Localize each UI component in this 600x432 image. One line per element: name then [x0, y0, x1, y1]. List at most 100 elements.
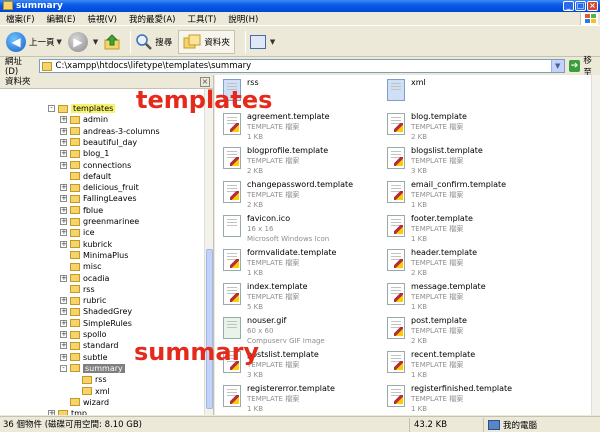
tree-item[interactable]: + ShadedGrey [60, 306, 132, 317]
minimize-button[interactable]: _ [563, 1, 574, 11]
tree-item[interactable]: + ice [60, 227, 95, 238]
tree-item[interactable]: + tmp [48, 408, 87, 415]
expand-icon[interactable]: + [60, 353, 67, 361]
expand-icon[interactable]: + [60, 331, 67, 338]
expand-icon[interactable]: + [60, 297, 67, 305]
tree-item[interactable]: + spollo [60, 329, 106, 340]
image-file-icon [223, 317, 241, 339]
tree-item[interactable]: + ocadia [60, 273, 109, 284]
tree-item[interactable]: + kubrick [60, 239, 112, 250]
file-item[interactable]: index.template TEMPLATE 檔案 5 KB [217, 281, 377, 313]
expand-icon[interactable]: + [60, 161, 67, 169]
vertical-scrollbar[interactable] [591, 75, 600, 415]
maximize-button[interactable]: □ [575, 1, 586, 11]
expand-icon[interactable]: + [60, 127, 67, 135]
up-folder-icon [104, 33, 120, 50]
menu-edit[interactable]: 編輯(E) [47, 13, 76, 25]
tree-item[interactable]: rss [60, 284, 95, 295]
expand-icon[interactable]: + [60, 342, 67, 350]
menu-favorites[interactable]: 我的最愛(A) [129, 13, 175, 25]
file-item[interactable]: email_confirm.template TEMPLATE 檔案 1 KB [381, 179, 541, 211]
tree-item[interactable]: + greenmarinee [60, 216, 139, 227]
file-item[interactable]: blog.template TEMPLATE 檔案 2 KB [381, 111, 541, 143]
tree-item[interactable]: rss [72, 374, 107, 385]
file-item[interactable]: agreement.template TEMPLATE 檔案 1 KB [217, 111, 377, 143]
file-item[interactable]: registerfinished.template TEMPLATE 檔案 1 KB [381, 383, 541, 415]
file-item[interactable]: message.template TEMPLATE 檔案 1 KB [381, 281, 541, 313]
tree-item[interactable]: - templates [48, 103, 116, 114]
tree-item[interactable]: + connections [60, 160, 131, 171]
expand-icon[interactable]: + [60, 229, 67, 237]
tree-item[interactable]: + rubric [60, 295, 106, 306]
tree-item[interactable]: default [60, 171, 111, 182]
tree-item[interactable]: + blog_1 [60, 148, 109, 159]
file-item[interactable]: xml [381, 77, 541, 109]
file-item[interactable]: formvalidate.template TEMPLATE 檔案 1 KB [217, 247, 377, 279]
expand-icon[interactable]: + [60, 116, 67, 124]
expand-icon[interactable]: + [60, 319, 67, 327]
search-button[interactable]: 搜尋 [135, 30, 172, 54]
tree-item[interactable]: + beautiful_day [60, 137, 137, 148]
menu-view[interactable]: 檢視(V) [88, 13, 117, 25]
tree-item[interactable]: + fblue [60, 205, 103, 216]
expand-icon[interactable]: + [60, 184, 67, 192]
file-item[interactable]: recent.template TEMPLATE 檔案 1 KB [381, 349, 541, 381]
tree-item[interactable]: + admin [60, 114, 108, 125]
folder-icon [70, 138, 80, 147]
views-button[interactable]: ▼ [249, 30, 275, 54]
expand-icon[interactable]: + [60, 240, 67, 248]
tree-item-label: wizard [83, 397, 110, 407]
menu-tools[interactable]: 工具(T) [187, 13, 216, 25]
expand-icon[interactable]: + [60, 195, 67, 203]
file-item[interactable]: favicon.ico 16 x 16 Microsoft Windows Icon [217, 213, 377, 245]
folders-button[interactable]: 資料夾 [178, 29, 235, 54]
forward-button[interactable]: ▶ ▼ [67, 30, 98, 54]
collapse-icon[interactable]: - [48, 105, 55, 112]
expand-icon[interactable]: + [60, 274, 67, 282]
file-item[interactable]: blogslist.template TEMPLATE 檔案 3 KB [381, 145, 541, 177]
file-item[interactable]: blogprofile.template TEMPLATE 檔案 2 KB [217, 145, 377, 177]
expand-icon[interactable]: + [60, 218, 67, 225]
address-input[interactable]: C:\xampp\htdocs\lifetype\templates\summa… [38, 59, 565, 73]
close-button[interactable]: × [587, 1, 598, 11]
chevron-down-icon[interactable]: ▼ [93, 38, 98, 46]
tree-item[interactable]: + standard [60, 340, 118, 351]
file-item[interactable]: registererror.template TEMPLATE 檔案 1 KB [217, 383, 377, 415]
tree-item[interactable]: MinimaPlus [60, 250, 128, 261]
chevron-down-icon[interactable]: ▼ [550, 60, 564, 72]
title-bar[interactable]: summary _ □ × [0, 0, 600, 12]
file-item[interactable]: post.template TEMPLATE 檔案 2 KB [381, 315, 541, 347]
folder-icon [70, 341, 80, 350]
expand-icon[interactable]: + [60, 150, 67, 158]
status-location-label: 我的電腦 [503, 420, 538, 431]
tree-item[interactable]: + FallingLeaves [60, 193, 137, 204]
tree-item[interactable]: + SimpleRules [60, 318, 132, 329]
tree-item[interactable]: + delicious_fruit [60, 182, 139, 193]
tree-item[interactable]: wizard [60, 397, 109, 408]
menu-file[interactable]: 檔案(F) [6, 13, 35, 25]
tree-item[interactable]: xml [72, 386, 110, 397]
file-item[interactable]: header.template TEMPLATE 檔案 2 KB [381, 247, 541, 279]
up-folder-button[interactable] [104, 30, 120, 54]
expand-icon[interactable]: + [60, 206, 67, 214]
expand-icon[interactable]: + [60, 308, 67, 316]
tree-item[interactable]: + andreas-3-columns [60, 126, 160, 137]
tree-item-label: greenmarinee [83, 217, 140, 226]
file-size: 1 KB [247, 405, 264, 413]
tree-item[interactable]: + subtle [60, 352, 108, 363]
collapse-icon[interactable]: - [60, 364, 67, 372]
expand-icon[interactable]: + [60, 138, 67, 146]
menu-help[interactable]: 說明(H) [228, 13, 258, 25]
chevron-down-icon[interactable]: ▼ [270, 38, 275, 46]
chevron-down-icon[interactable]: ▼ [57, 38, 62, 46]
file-item[interactable]: changepassword.template TEMPLATE 檔案 2 KB [217, 179, 377, 211]
file-size: 1 KB [247, 133, 264, 141]
tree-item[interactable]: - summary [60, 363, 125, 374]
folder-tree: - templates + admin + andreas-3-columns + beaut… [0, 89, 213, 415]
expand-icon[interactable]: + [48, 410, 55, 415]
vertical-scrollbar[interactable] [204, 89, 213, 415]
tree-item[interactable]: misc [60, 261, 102, 272]
scrollbar-thumb[interactable] [206, 249, 213, 409]
file-item[interactable]: footer.template TEMPLATE 檔案 1 KB [381, 213, 541, 245]
back-button[interactable]: ◀ 上一頁 ▼ [6, 30, 62, 54]
